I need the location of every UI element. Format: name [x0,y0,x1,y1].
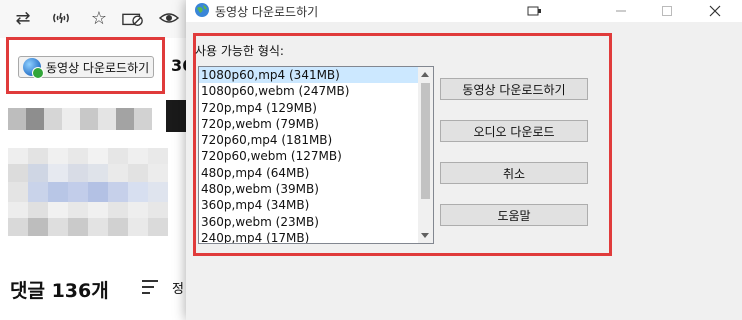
format-list-item[interactable]: 1080p60,mp4 (341MB) [199,67,419,84]
download-video-button[interactable]: 동영상 다운로드하기 [440,78,588,100]
globe-download-icon [23,58,44,79]
format-list-item[interactable]: 360p,mp4 (34MB) [199,197,419,213]
dialog-titlebar[interactable]: 동영상 다운로드하기 [186,0,742,22]
download-dialog: 동영상 다운로드하기 사용 가능한 형식: 1080p60,mp4 (341MB… [186,0,742,320]
scroll-thumb[interactable] [421,83,430,199]
close-icon[interactable] [692,0,738,22]
format-list-item[interactable]: 720p60,webm (127MB) [199,148,419,164]
restore-icon[interactable] [512,0,558,22]
format-list-item[interactable]: 1080p60,webm (247MB) [199,83,419,99]
no-signal-icon[interactable] [50,7,72,29]
cancel-button[interactable]: 취소 [440,162,588,184]
dialog-title: 동영상 다운로드하기 [215,5,319,19]
scroll-down-icon[interactable] [421,233,429,238]
sort-label[interactable]: 정 [172,278,184,297]
browser-toolbar: ⇄ ☆ [0,0,190,38]
format-list-item[interactable]: 720p,mp4 (129MB) [199,100,419,116]
adblock-icon[interactable] [122,7,144,29]
maximize-icon[interactable] [644,0,690,22]
sort-icon[interactable] [142,280,158,294]
eye-off-icon[interactable] [158,7,180,29]
globe-icon [194,2,210,18]
minimize-icon[interactable] [598,0,644,22]
scroll-up-icon[interactable] [421,72,429,77]
star-icon[interactable]: ☆ [88,7,110,29]
formats-label: 사용 가능한 형식: [195,44,284,58]
download-audio-button[interactable]: 오디오 다운로드 [440,120,588,142]
format-list-item[interactable]: 240p,mp4 (17MB) [199,230,419,243]
extension-download-label: 동영상 다운로드하기 [46,60,150,75]
extension-download-button[interactable]: 동영상 다운로드하기 [18,56,154,79]
format-list-item[interactable]: 480p,mp4 (64MB) [199,165,419,181]
formats-listbox[interactable]: 1080p60,mp4 (341MB) 1080p60,webm (247MB) 7… [198,66,434,244]
comments-count: 댓글 136개 [10,280,109,302]
repeat-icon[interactable]: ⇄ [12,7,34,29]
help-button[interactable]: 도움말 [440,204,588,226]
extension-highlight-frame: 동영상 다운로드하기 [6,37,165,94]
format-list-item[interactable]: 480p,webm (39MB) [199,181,419,197]
listbox-scrollbar[interactable] [418,67,433,243]
format-list-item[interactable]: 360p,webm (23MB) [199,214,419,230]
format-list-item[interactable]: 720p60,mp4 (181MB) [199,132,419,148]
format-list-item[interactable]: 720p,webm (79MB) [199,116,419,132]
